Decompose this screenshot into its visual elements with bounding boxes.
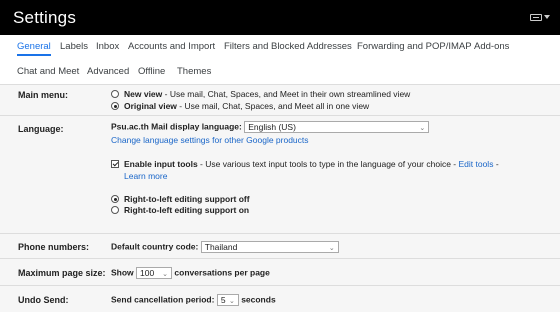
country-code-select[interactable]: Thailand ⌄ <box>200 241 339 253</box>
input-tools-desc: - Use various text input tools to type i… <box>197 159 459 169</box>
rtl-off-option[interactable]: Right-to-left editing support off <box>111 194 250 204</box>
rtl-off-radio[interactable] <box>111 195 119 203</box>
learn-more-link[interactable]: Learn more <box>124 171 167 181</box>
chevron-down-icon: ⌄ <box>328 245 335 252</box>
tab-add-ons[interactable]: Add-ons <box>474 41 509 52</box>
tab-themes[interactable]: Themes <box>177 66 211 77</box>
chevron-down-icon[interactable] <box>544 15 550 19</box>
cancellation-period-value: 5 <box>220 295 226 305</box>
country-code-value: Thailand <box>204 242 238 252</box>
new-view-name: New view <box>124 89 163 99</box>
page-size-value: 100 <box>140 268 155 278</box>
display-language: Psu.ac.th Mail display language: English… <box>111 121 430 133</box>
main-menu-label: Main menu: <box>18 90 69 100</box>
page-size-field: Show 100 ⌄ conversations per page <box>111 267 270 279</box>
cancellation-period-label: Send cancellation period: <box>111 294 215 305</box>
country-code-field: Default country code: Thailand ⌄ <box>111 241 339 253</box>
settings-tabs: General Labels Inbox Accounts and Import… <box>0 35 560 85</box>
original-view-option[interactable]: Original view - Use mail, Chat, Spaces, … <box>111 101 369 111</box>
page-size-row: Maximum page size: Show 100 ⌄ conversatio… <box>0 259 560 286</box>
input-tools-option[interactable]: Enable input tools - Use various text in… <box>111 159 499 169</box>
input-tools-checkbox[interactable] <box>111 160 119 168</box>
language-label: Language: <box>18 124 64 134</box>
tab-chat-meet[interactable]: Chat and Meet <box>17 66 79 77</box>
chevron-down-icon: ⌄ <box>228 298 235 305</box>
undo-send-label: Undo Send: <box>18 295 69 305</box>
change-language-link[interactable]: Change language settings for other Googl… <box>111 135 309 145</box>
page-size-select[interactable]: 100 ⌄ <box>136 267 173 279</box>
settings-header: Settings <box>0 0 560 35</box>
edit-tools-dash: - <box>493 159 499 169</box>
page-title: Settings <box>13 8 77 27</box>
undo-send-row: Undo Send: Send cancellation period: 5 ⌄ … <box>0 286 560 312</box>
display-language-select[interactable]: English (US) ⌄ <box>244 121 430 133</box>
original-view-name: Original view <box>124 101 177 111</box>
tab-filters-blocked[interactable]: Filters and Blocked Addresses <box>224 41 352 52</box>
input-tools-name: Enable input tools <box>124 159 198 169</box>
country-code-label: Default country code: <box>111 241 199 252</box>
page-size-show: Show <box>111 267 134 278</box>
rtl-off-label: Right-to-left editing support off <box>124 194 250 204</box>
original-view-radio[interactable] <box>111 102 119 110</box>
original-view-desc: - Use mail, Chat, Spaces, and Meet all i… <box>176 101 370 111</box>
cancellation-period-select[interactable]: 5 ⌄ <box>216 294 239 306</box>
edit-tools-link[interactable]: Edit tools <box>458 159 493 169</box>
tab-accounts-import[interactable]: Accounts and Import <box>128 41 215 52</box>
new-view-radio[interactable] <box>111 90 119 98</box>
phone-numbers-label: Phone numbers: <box>18 242 90 252</box>
keyboard-icon[interactable] <box>530 14 542 21</box>
rtl-on-label: Right-to-left editing support on <box>124 205 250 215</box>
new-view-option[interactable]: New view - Use mail, Chat, Spaces, and M… <box>111 89 410 99</box>
chevron-down-icon: ⌄ <box>419 125 426 132</box>
tab-advanced[interactable]: Advanced <box>87 66 129 77</box>
display-language-value: English (US) <box>248 122 296 132</box>
chevron-down-icon: ⌄ <box>162 271 169 278</box>
tab-offline[interactable]: Offline <box>138 66 165 77</box>
language-row: Language: Psu.ac.th Mail display languag… <box>0 116 560 234</box>
cancellation-period-field: Send cancellation period: 5 ⌄ seconds <box>111 294 276 306</box>
cancellation-period-suffix: seconds <box>241 294 276 305</box>
tab-labels[interactable]: Labels <box>60 41 88 52</box>
rtl-on-radio[interactable] <box>111 206 119 214</box>
page-size-suffix: conversations per page <box>174 267 270 278</box>
rtl-on-option[interactable]: Right-to-left editing support on <box>111 205 249 215</box>
tab-general[interactable]: General <box>17 41 51 52</box>
display-language-label: Psu.ac.th Mail display language: <box>111 121 242 132</box>
settings-panel: General Labels Inbox Accounts and Import… <box>0 35 560 312</box>
tab-forwarding-pop-imap[interactable]: Forwarding and POP/IMAP <box>357 41 472 52</box>
new-view-desc: - Use mail, Chat, Spaces, and Meet in th… <box>162 89 411 99</box>
tab-inbox[interactable]: Inbox <box>96 41 119 52</box>
main-menu-row: Main menu: New view - Use mail, Chat, Sp… <box>0 85 560 116</box>
phone-numbers-row: Phone numbers: Default country code: Tha… <box>0 234 560 259</box>
active-tab-indicator <box>17 54 51 56</box>
page-size-label: Maximum page size: <box>18 268 106 278</box>
